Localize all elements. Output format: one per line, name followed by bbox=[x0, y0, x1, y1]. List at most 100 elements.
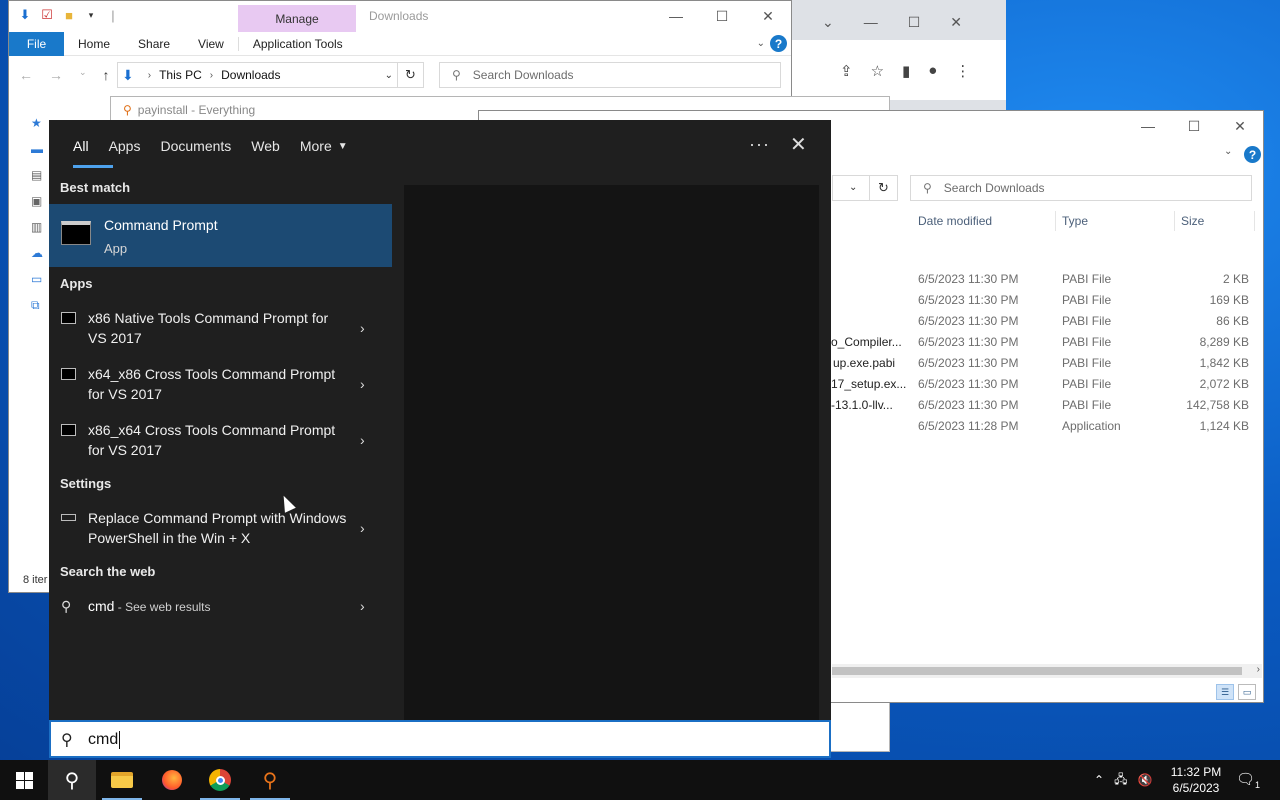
column-header-size[interactable]: Size bbox=[1177, 211, 1255, 231]
search-box[interactable]: ⚲ cmd bbox=[49, 720, 831, 758]
ribbon-expand-icon[interactable]: ⌄ bbox=[757, 38, 765, 49]
tab-documents[interactable]: Documents bbox=[150, 120, 241, 172]
ribbon-tab-home[interactable]: Home bbox=[64, 37, 124, 51]
address-dropdown-icon[interactable]: ⌄ bbox=[849, 182, 857, 193]
tab-apps[interactable]: Apps bbox=[99, 120, 151, 172]
address-bar-tail[interactable]: ⌄ ↻ bbox=[832, 175, 898, 201]
help-icon[interactable]: ? bbox=[1244, 146, 1261, 163]
maximize-icon[interactable]: ☐ bbox=[1171, 111, 1217, 141]
back-arrow-icon[interactable]: ← bbox=[19, 67, 33, 83]
details-view-icon[interactable]: ☰ bbox=[1216, 684, 1234, 700]
file-size: 2 KB bbox=[1222, 272, 1249, 286]
breadcrumb-downloads[interactable]: Downloads bbox=[221, 68, 280, 82]
file-date: 6/5/2023 11:30 PM bbox=[918, 272, 1019, 286]
sidepanel-icon[interactable]: ▮ bbox=[902, 62, 910, 80]
taskbar-chrome[interactable] bbox=[196, 760, 244, 800]
table-row[interactable]: up.exe.pabi 6/5/2023 11:30 PM PABI File … bbox=[829, 352, 1249, 373]
maximize-icon[interactable]: ☐ bbox=[699, 1, 745, 31]
app-result-x86-x64-cross[interactable]: x86_x64 Cross Tools Command Prompt for V… bbox=[49, 416, 392, 468]
chevron-right-icon[interactable]: › bbox=[360, 432, 365, 448]
address-bar[interactable]: ⬇ › This PC › Downloads ⌄ ↻ bbox=[117, 62, 424, 88]
refresh-icon[interactable]: ↻ bbox=[397, 63, 423, 87]
tab-more[interactable]: More ▼ bbox=[290, 120, 358, 172]
notification-center-icon[interactable]: 🗨1 bbox=[1236, 770, 1260, 790]
chevron-right-icon[interactable]: › bbox=[148, 70, 151, 81]
ribbon-expand-icon[interactable]: ⌄ bbox=[1224, 146, 1232, 157]
scrollbar-thumb[interactable] bbox=[832, 667, 1242, 675]
chevron-right-icon[interactable]: › bbox=[210, 70, 213, 81]
taskbar-clock[interactable]: 11:32 PM 6/5/2023 bbox=[1168, 764, 1224, 796]
volume-muted-icon[interactable]: 🔇 bbox=[1137, 773, 1152, 787]
app-result-label: x64_x86 Cross Tools Command Prompt for V… bbox=[88, 366, 336, 402]
minimize-icon[interactable]: — bbox=[1125, 111, 1171, 141]
close-icon[interactable]: ✕ bbox=[790, 132, 807, 157]
horizontal-scrollbar[interactable]: › bbox=[832, 664, 1262, 678]
chevron-right-icon[interactable]: › bbox=[360, 598, 365, 614]
search-query[interactable]: cmd bbox=[88, 731, 121, 749]
taskbar-file-explorer[interactable] bbox=[98, 760, 146, 800]
minimize-icon[interactable]: — bbox=[864, 14, 878, 31]
column-header-type[interactable]: Type bbox=[1058, 211, 1175, 231]
start-button[interactable] bbox=[0, 760, 48, 800]
table-row[interactable]: -13.1.0-llv... 6/5/2023 11:30 PM PABI Fi… bbox=[829, 394, 1249, 415]
up-arrow-icon[interactable]: ↑ bbox=[103, 67, 110, 83]
best-match-command-prompt[interactable]: Command Prompt App bbox=[49, 204, 392, 267]
table-row[interactable]: 6/5/2023 11:30 PM PABI File 86 KB bbox=[829, 310, 1249, 331]
address-row: ← → ⌄ ↑ ⬇ › This PC › Downloads ⌄ ↻ ⚲ Se… bbox=[9, 59, 791, 93]
tab-web[interactable]: Web bbox=[241, 120, 290, 172]
chevron-down-icon[interactable]: ⌄ bbox=[822, 14, 834, 31]
close-icon[interactable]: ✕ bbox=[745, 1, 791, 31]
table-row[interactable]: 6/5/2023 11:28 PM Application 1,124 KB bbox=[829, 415, 1249, 436]
ribbon-tab-view[interactable]: View bbox=[184, 37, 238, 51]
settings-result-replace-cmd[interactable]: Replace Command Prompt with Windows Powe… bbox=[49, 504, 392, 556]
web-search-result[interactable]: ⚲ cmd - See web results › bbox=[49, 596, 392, 620]
ribbon-tab-application-tools[interactable]: Application Tools bbox=[237, 36, 357, 51]
large-icons-view-icon[interactable]: ▭ bbox=[1238, 684, 1256, 700]
ribbon-tab-file[interactable]: File bbox=[9, 31, 64, 56]
download-arrow-icon[interactable]: ⬇ bbox=[17, 7, 33, 23]
file-date: 6/5/2023 11:30 PM bbox=[918, 377, 1019, 391]
recent-locations-icon[interactable]: ⌄ bbox=[79, 67, 87, 83]
taskbar-firefox[interactable] bbox=[148, 760, 196, 800]
address-dropdown-icon[interactable]: ⌄ bbox=[385, 70, 393, 81]
tab-apps-label: Apps bbox=[108, 138, 141, 154]
table-row[interactable]: 6/5/2023 11:30 PM PABI File 2 KB bbox=[829, 268, 1249, 289]
share-icon[interactable]: ⇪ bbox=[840, 62, 853, 80]
tab-all[interactable]: All bbox=[63, 120, 113, 172]
scroll-right-icon[interactable]: › bbox=[1257, 664, 1260, 675]
properties-icon[interactable]: ☑ bbox=[39, 7, 55, 23]
app-result-x64-x86-cross[interactable]: x64_x86 Cross Tools Command Prompt for V… bbox=[49, 360, 392, 412]
customize-toolbar-icon[interactable]: ▾ bbox=[83, 7, 99, 23]
close-icon[interactable]: ✕ bbox=[950, 14, 962, 31]
refresh-icon[interactable]: ↻ bbox=[869, 176, 897, 200]
profile-icon[interactable]: ● bbox=[928, 62, 937, 80]
search-input[interactable]: ⚲ Search Downloads bbox=[910, 175, 1252, 201]
chevron-right-icon[interactable]: › bbox=[360, 520, 365, 536]
network-icon[interactable]: 🖧 bbox=[1114, 770, 1127, 791]
app-result-x86-native[interactable]: x86 Native Tools Command Prompt for VS 2… bbox=[49, 304, 392, 356]
search-taskbar-button[interactable]: ⚲ bbox=[48, 760, 96, 800]
taskbar-everything[interactable]: ⚲ bbox=[246, 760, 294, 800]
star-icon[interactable]: ☆ bbox=[871, 62, 884, 80]
search-input[interactable]: ⚲ Search Downloads bbox=[439, 62, 781, 88]
manage-contextual-tab[interactable]: Manage bbox=[238, 5, 356, 32]
column-header-date[interactable]: Date modified bbox=[914, 211, 1056, 231]
forward-arrow-icon[interactable]: → bbox=[49, 67, 63, 83]
new-folder-icon[interactable]: ■ bbox=[61, 7, 77, 23]
table-row[interactable]: 6/5/2023 11:30 PM PABI File 169 KB bbox=[829, 289, 1249, 310]
clock-date: 6/5/2023 bbox=[1172, 781, 1220, 795]
close-icon[interactable]: ✕ bbox=[1217, 111, 1263, 141]
show-hidden-icons-icon[interactable]: ⌃ bbox=[1094, 773, 1104, 787]
more-options-icon[interactable]: ··· bbox=[749, 134, 770, 155]
menu-icon[interactable]: ⋮ bbox=[955, 62, 970, 80]
ribbon-tab-share[interactable]: Share bbox=[124, 37, 184, 51]
help-icon[interactable]: ? bbox=[770, 35, 787, 52]
search-icon: ⚲ bbox=[61, 598, 72, 614]
maximize-icon[interactable]: ☐ bbox=[908, 14, 921, 31]
chevron-right-icon[interactable]: › bbox=[360, 376, 365, 392]
breadcrumb-this-pc[interactable]: This PC bbox=[159, 68, 202, 82]
table-row[interactable]: o_Compiler... 6/5/2023 11:30 PM PABI Fil… bbox=[829, 331, 1249, 352]
minimize-icon[interactable]: — bbox=[653, 1, 699, 31]
chevron-right-icon[interactable]: › bbox=[360, 320, 365, 336]
table-row[interactable]: 17_setup.ex... 6/5/2023 11:30 PM PABI Fi… bbox=[829, 373, 1249, 394]
